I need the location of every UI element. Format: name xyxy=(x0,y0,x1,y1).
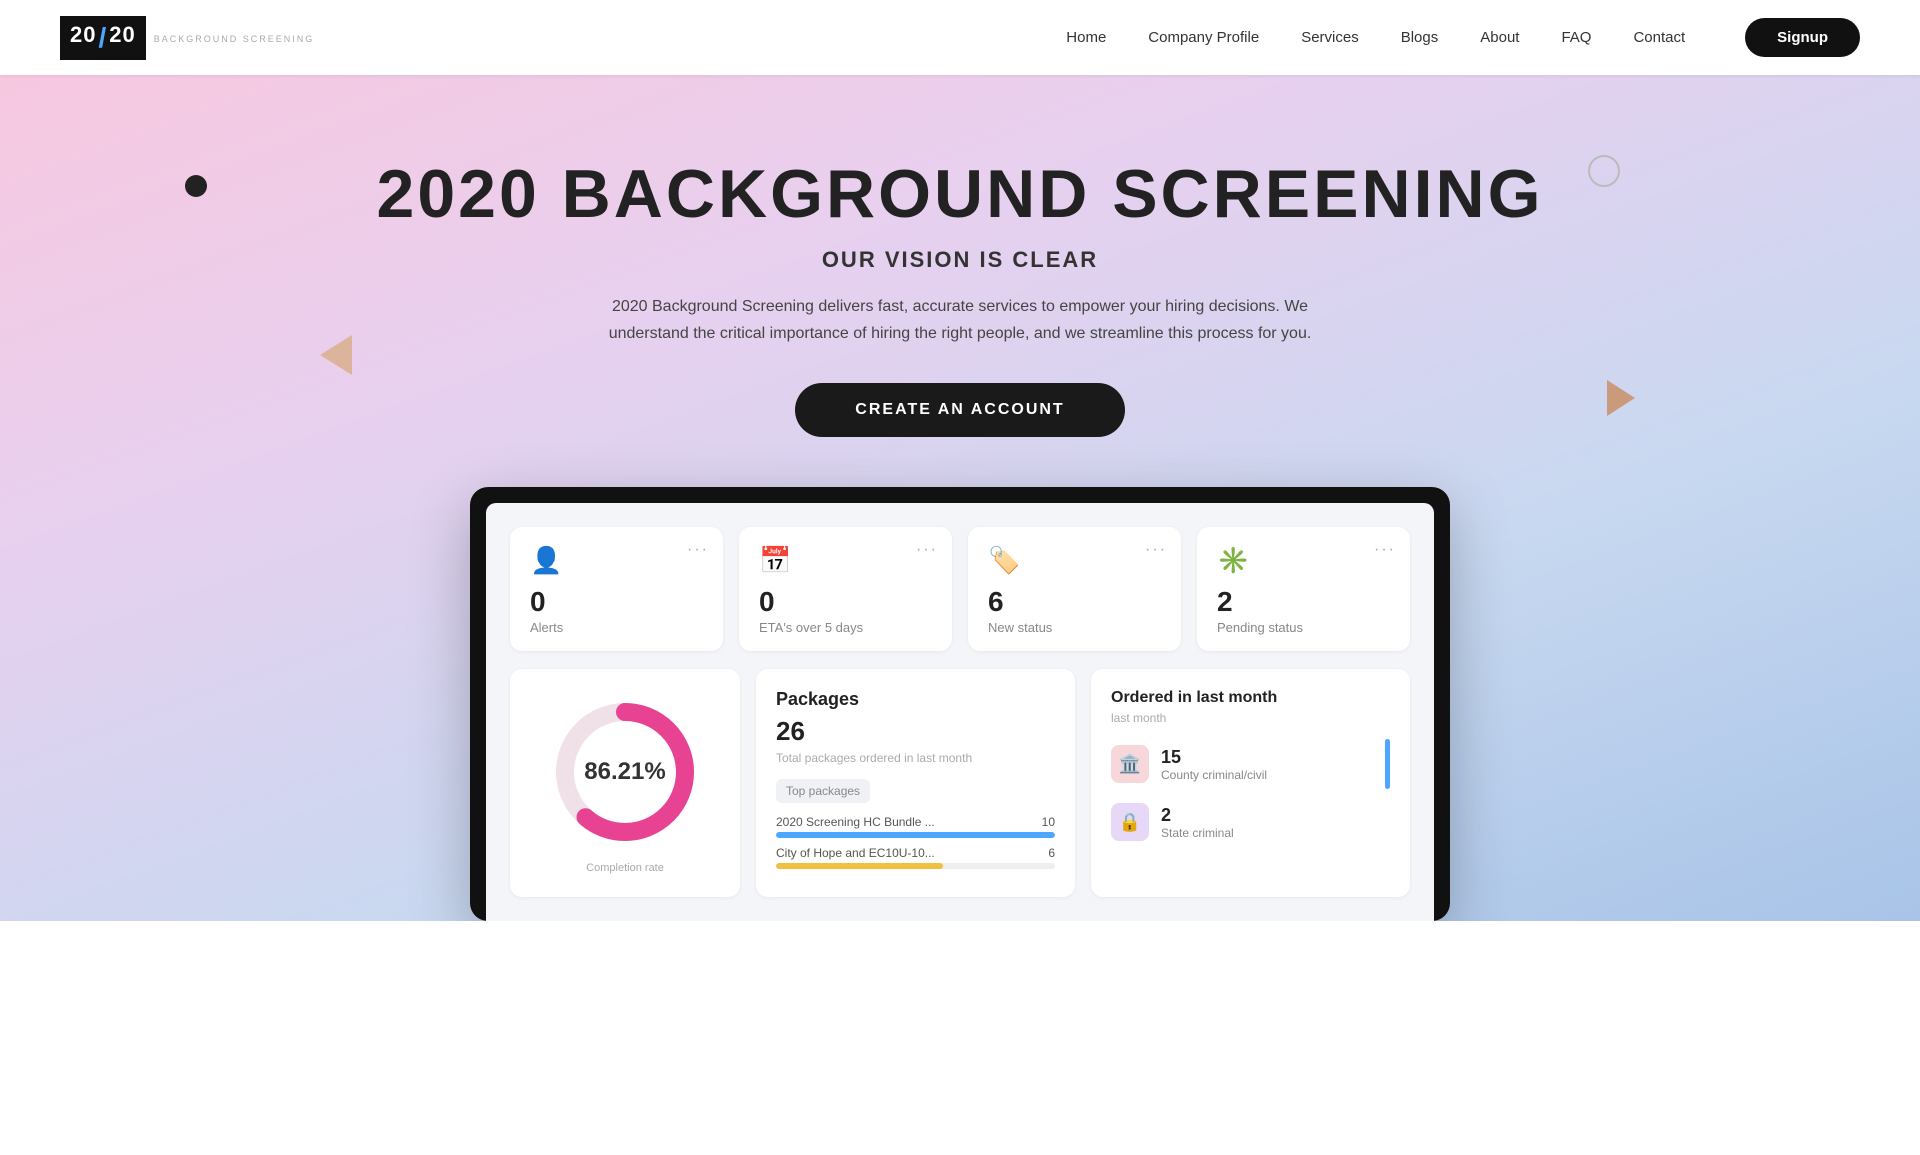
bottom-row: 86.21% Completion rate Packages 26 Total… xyxy=(510,669,1410,897)
hero-title: 2020 BACKGROUND SCREENING xyxy=(377,155,1544,233)
packages-card: Packages 26 Total packages ordered in la… xyxy=(756,669,1075,897)
pkg-label-2: City of Hope and EC10U-10... 6 xyxy=(776,846,1055,860)
more-options-new-status[interactable]: ··· xyxy=(1145,541,1167,559)
donut-center: 86.21% xyxy=(584,758,665,786)
pkg-track-1 xyxy=(776,832,1055,838)
more-options-pending[interactable]: ··· xyxy=(1374,541,1396,559)
stat-card-new-status: ··· 🏷️ 6 New status xyxy=(968,527,1181,651)
logo-sub: BACKGROUND SCREENING xyxy=(154,34,315,44)
hero-dot-dark xyxy=(185,175,207,197)
state-icon: 🔒 xyxy=(1111,803,1149,841)
county-bar xyxy=(1385,739,1390,789)
dashboard-mockup: ··· 👤 0 Alerts ··· 📅 0 ETA's over 5 days… xyxy=(470,487,1450,921)
alerts-number: 0 xyxy=(530,586,703,618)
hero-description: 2020 Background Screening delivers fast,… xyxy=(580,293,1340,347)
navbar: 20 / 20 BACKGROUND SCREENING Home Compan… xyxy=(0,0,1920,75)
state-count: 2 xyxy=(1161,805,1390,826)
ordered-title: Ordered in last month xyxy=(1111,689,1390,707)
alert-icon: 👤 xyxy=(530,545,703,576)
pkg-fill-1 xyxy=(776,832,1055,838)
new-status-label: New status xyxy=(988,620,1161,635)
nav-about[interactable]: About xyxy=(1480,29,1519,46)
county-count: 15 xyxy=(1161,747,1373,768)
hero-circle-light xyxy=(1588,155,1620,187)
pending-label: Pending status xyxy=(1217,620,1390,635)
logo-slash: / xyxy=(98,22,107,54)
nav-services[interactable]: Services xyxy=(1301,29,1359,46)
logo-box: 20 / 20 xyxy=(60,16,146,60)
stat-card-alerts: ··· 👤 0 Alerts xyxy=(510,527,723,651)
nav-contact[interactable]: Contact xyxy=(1633,29,1685,46)
pkg-row-2: City of Hope and EC10U-10... 6 xyxy=(776,846,1055,869)
nav-company-profile[interactable]: Company Profile xyxy=(1148,29,1259,46)
packages-title: Packages xyxy=(776,689,1055,710)
dashboard-inner: ··· 👤 0 Alerts ··· 📅 0 ETA's over 5 days… xyxy=(486,503,1434,921)
state-info: 2 State criminal xyxy=(1161,805,1390,840)
pending-number: 2 xyxy=(1217,586,1390,618)
pending-icon: ✳️ xyxy=(1217,545,1390,576)
pkg-row-1: 2020 Screening HC Bundle ... 10 xyxy=(776,815,1055,838)
packages-subtitle: Total packages ordered in last month xyxy=(776,751,1055,765)
signup-button[interactable]: Signup xyxy=(1745,18,1860,57)
eta-number: 0 xyxy=(759,586,932,618)
nav-links: Home Company Profile Services Blogs Abou… xyxy=(1066,18,1860,57)
new-status-number: 6 xyxy=(988,586,1161,618)
nav-faq[interactable]: FAQ xyxy=(1561,29,1591,46)
new-status-icon: 🏷️ xyxy=(988,545,1161,576)
completion-rate-label: Completion rate xyxy=(586,862,664,874)
pkg-fill-2 xyxy=(776,863,943,869)
stat-card-pending: ··· ✳️ 2 Pending status xyxy=(1197,527,1410,651)
ordered-item-county: 🏛️ 15 County criminal/civil xyxy=(1111,739,1390,789)
nav-blogs[interactable]: Blogs xyxy=(1401,29,1439,46)
more-options-eta[interactable]: ··· xyxy=(916,541,938,559)
donut-chart: 86.21% xyxy=(545,692,705,852)
ordered-item-state: 🔒 2 State criminal xyxy=(1111,803,1390,841)
pkg-label-1: 2020 Screening HC Bundle ... 10 xyxy=(776,815,1055,829)
hero-triangle-left xyxy=(320,335,352,375)
top-packages-label: Top packages xyxy=(776,779,870,803)
county-icon: 🏛️ xyxy=(1111,745,1149,783)
stat-cards-row: ··· 👤 0 Alerts ··· 📅 0 ETA's over 5 days… xyxy=(510,527,1410,651)
donut-percentage: 86.21% xyxy=(584,758,665,786)
logo-part2: 20 xyxy=(109,22,135,54)
hero-section: 2020 BACKGROUND SCREENING OUR VISION IS … xyxy=(0,75,1920,921)
stat-card-eta: ··· 📅 0 ETA's over 5 days xyxy=(739,527,952,651)
completion-rate-card: 86.21% Completion rate xyxy=(510,669,740,897)
hero-subtitle: OUR VISION IS CLEAR xyxy=(822,247,1098,273)
pkg-track-2 xyxy=(776,863,1055,869)
ordered-card: Ordered in last month last month 🏛️ 15 C… xyxy=(1091,669,1410,897)
hero-triangle-right xyxy=(1607,380,1635,416)
ordered-subtitle: last month xyxy=(1111,711,1390,725)
alerts-label: Alerts xyxy=(530,620,703,635)
logo-part1: 20 xyxy=(70,22,96,54)
packages-count: 26 xyxy=(776,716,1055,747)
state-label: State criminal xyxy=(1161,826,1390,840)
logo: 20 / 20 BACKGROUND SCREENING xyxy=(60,16,314,60)
county-info: 15 County criminal/civil xyxy=(1161,747,1373,782)
more-options-alerts[interactable]: ··· xyxy=(687,541,709,559)
county-label: County criminal/civil xyxy=(1161,768,1373,782)
nav-home[interactable]: Home xyxy=(1066,29,1106,46)
eta-label: ETA's over 5 days xyxy=(759,620,932,635)
eta-icon: 📅 xyxy=(759,545,932,576)
create-account-button[interactable]: CREATE AN ACCOUNT xyxy=(795,383,1124,437)
